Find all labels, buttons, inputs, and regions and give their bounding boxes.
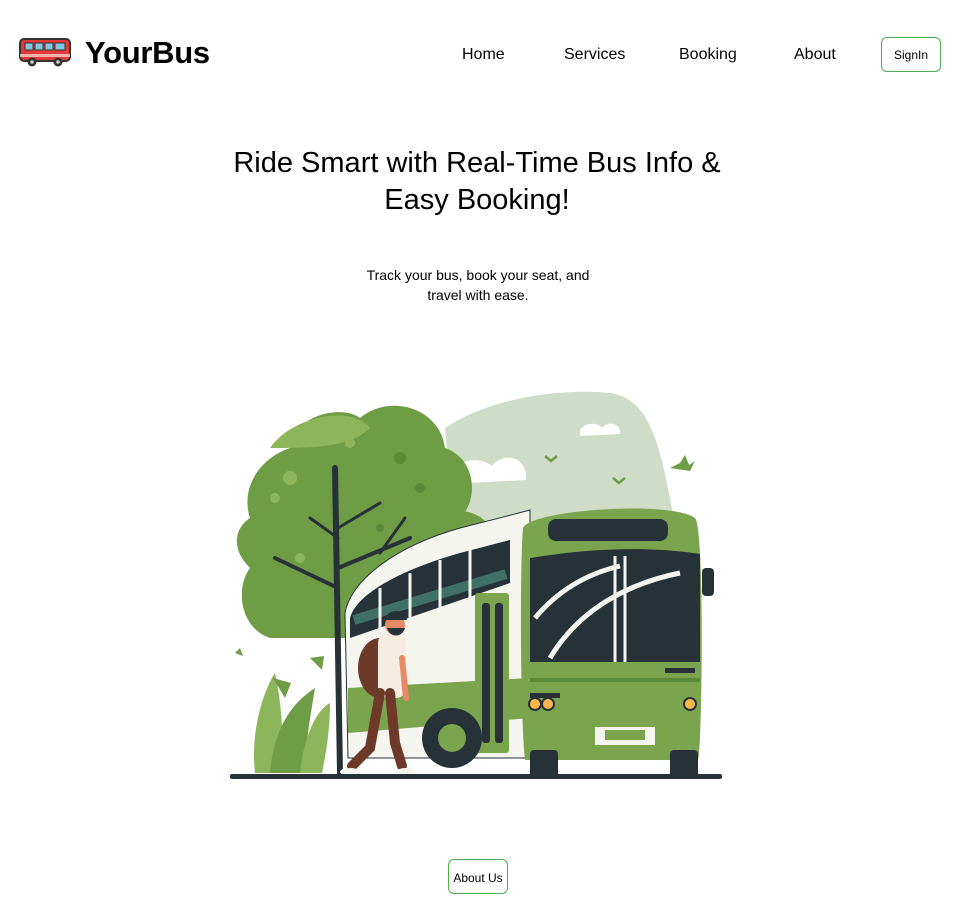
main-nav: Home Services Booking About: [0, 46, 954, 66]
hero-subtitle: Track your bus, book your seat, and trav…: [366, 267, 590, 303]
nav-about-link[interactable]: About: [794, 46, 836, 64]
nav-home-link[interactable]: Home: [462, 46, 505, 64]
about-us-button[interactable]: About Us: [448, 859, 508, 894]
bus-traveler-illustration: [230, 391, 722, 779]
hero-title: Ride Smart with Real-Time Bus Info & Eas…: [233, 147, 721, 216]
site-header: YourBus Home Services Booking About Sign…: [0, 0, 954, 110]
signin-button[interactable]: SignIn: [881, 37, 941, 72]
nav-booking-link[interactable]: Booking: [679, 46, 737, 64]
nav-services-link[interactable]: Services: [564, 46, 625, 64]
